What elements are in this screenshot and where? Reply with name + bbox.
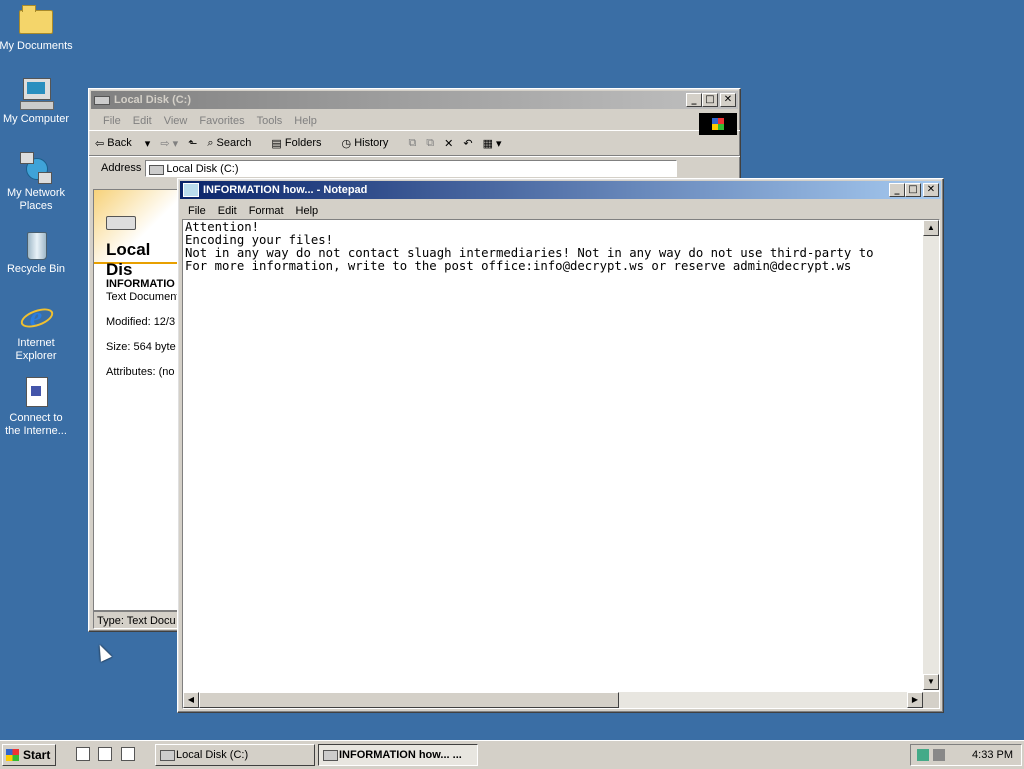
- ie-icon: e: [18, 302, 56, 334]
- vertical-scrollbar[interactable]: ▲ ▼: [923, 220, 939, 690]
- maximize-button[interactable]: □: [905, 183, 921, 197]
- menu-format[interactable]: Format: [243, 205, 290, 217]
- scroll-thumb[interactable]: [199, 692, 619, 708]
- menu-edit[interactable]: Edit: [212, 205, 243, 217]
- menu-tools[interactable]: Tools: [251, 115, 289, 127]
- folders-button[interactable]: ▤ Folders: [271, 137, 331, 150]
- task-notepad[interactable]: INFORMATION how... ...: [318, 744, 478, 766]
- search-button[interactable]: ⌕ Search: [207, 137, 261, 150]
- computer-icon: [20, 78, 54, 110]
- text-editor[interactable]: Attention! Encoding your files! Not in any…: [182, 219, 940, 709]
- system-tray: 4:33 PM: [910, 744, 1022, 766]
- desktop-icon-internet-explorer[interactable]: e Internet Explorer: [0, 302, 74, 363]
- recycle-bin-icon: [20, 228, 52, 260]
- minimize-button[interactable]: _: [889, 183, 905, 197]
- scroll-left-button[interactable]: ◀: [183, 692, 199, 708]
- volume-icon[interactable]: [933, 749, 945, 761]
- text-line: For more information, write to the post …: [185, 259, 852, 273]
- maximize-button[interactable]: □: [702, 93, 718, 107]
- desktop-icon-label: Explorer: [15, 350, 57, 362]
- desktop-icon-recycle-bin[interactable]: Recycle Bin: [0, 228, 74, 276]
- network-icon: [20, 152, 52, 184]
- minimize-button[interactable]: _: [686, 93, 702, 107]
- desktop-icon-label: My Documents: [0, 40, 73, 52]
- desktop-icon-label: My Computer: [2, 113, 70, 125]
- history-button[interactable]: ◷ History: [342, 137, 399, 150]
- editor-text[interactable]: Attention! Encoding your files! Not in any…: [185, 221, 921, 681]
- file-size: Size: 564 byte: [106, 341, 176, 353]
- panel-title: Local Dis: [106, 240, 151, 279]
- connect-icon: [20, 377, 52, 409]
- file-details: INFORMATIO Text Document Modified: 12/3 …: [94, 264, 180, 379]
- mouse-cursor-icon: [94, 642, 112, 662]
- desktop-icon-network-places[interactable]: My Network Places: [0, 152, 74, 213]
- desktop-icon-label: the Interne...: [5, 425, 67, 437]
- forward-button[interactable]: ⇨ ▾: [160, 137, 178, 150]
- start-button[interactable]: Start: [2, 744, 56, 766]
- undo-icon[interactable]: ↶: [463, 137, 472, 150]
- horizontal-scrollbar[interactable]: ◀ ▶: [183, 692, 923, 708]
- desktop-icon-label: Internet: [17, 337, 55, 349]
- quick-launch-ie-icon[interactable]: [98, 747, 112, 761]
- notepad-icon: [183, 183, 199, 197]
- close-button[interactable]: ✕: [720, 93, 736, 107]
- back-button[interactable]: ⇦ Back ▾: [95, 137, 150, 150]
- desktop-icon-label: My Network: [6, 187, 66, 199]
- menu-help[interactable]: Help: [290, 205, 325, 217]
- quick-launch-outlook-icon[interactable]: [121, 747, 135, 761]
- desktop-icon-my-documents[interactable]: My Documents: [0, 4, 74, 53]
- explorer-menubar: File Edit View Favorites Tools Help: [89, 111, 740, 130]
- menu-view[interactable]: View: [158, 115, 194, 127]
- address-label: Address: [101, 162, 142, 174]
- move-to-icon[interactable]: ⧉: [408, 137, 416, 150]
- menu-file[interactable]: File: [97, 115, 127, 127]
- explorer-toolbar: ⇦ Back ▾ ⇨ ▾ ⬑ ⌕ Search ▤ Folders ◷ Hist…: [89, 130, 740, 156]
- menu-file[interactable]: File: [182, 205, 212, 217]
- task-local-disk[interactable]: Local Disk (C:): [155, 744, 315, 766]
- windows-logo: [699, 113, 737, 135]
- menu-help[interactable]: Help: [288, 115, 323, 127]
- copy-to-icon[interactable]: ⧉: [426, 137, 434, 150]
- file-type: Text Document: [106, 291, 180, 303]
- notepad-titlebar[interactable]: INFORMATION how... - Notepad _ □ ✕: [180, 181, 941, 199]
- folders-label: Folders: [284, 137, 322, 149]
- size-grip[interactable]: [923, 692, 939, 708]
- up-folder-icon[interactable]: ⬑: [188, 137, 197, 150]
- desktop-icon-connect-internet[interactable]: Connect to the Interne...: [0, 377, 74, 438]
- menu-favorites[interactable]: Favorites: [193, 115, 250, 127]
- scroll-right-button[interactable]: ▶: [907, 692, 923, 708]
- history-label: History: [354, 137, 389, 149]
- desktop-icon-my-computer[interactable]: My Computer: [0, 78, 74, 126]
- desktop-icon-label: Places: [19, 200, 53, 212]
- notepad-menubar: File Edit Format Help: [178, 201, 943, 220]
- views-icon[interactable]: ▦ ▾: [483, 137, 502, 150]
- address-input[interactable]: Local Disk (C:): [145, 159, 678, 177]
- show-desktop-icon[interactable]: [76, 747, 90, 761]
- close-button[interactable]: ✕: [923, 183, 939, 197]
- status-bar: Type: Text Docu: [93, 611, 179, 629]
- back-label: Back: [107, 137, 132, 149]
- window-title: INFORMATION how... - Notepad: [203, 184, 368, 196]
- folder-banner: Local Dis: [94, 190, 180, 279]
- drive-icon: [106, 216, 136, 230]
- explorer-content: Local Dis INFORMATIO Text Document Modif…: [93, 189, 181, 611]
- menu-edit[interactable]: Edit: [127, 115, 158, 127]
- clock: 4:33 PM: [972, 749, 1013, 761]
- scroll-up-button[interactable]: ▲: [923, 220, 939, 236]
- taskbar: Start Local Disk (C:) INFORMATION how...…: [0, 740, 1024, 769]
- desktop-icon-label: Recycle Bin: [6, 263, 66, 275]
- notepad-window: INFORMATION how... - Notepad _ □ ✕ File …: [177, 178, 944, 713]
- network-tray-icon[interactable]: [917, 749, 929, 761]
- drive-icon: [94, 95, 110, 105]
- window-title: Local Disk (C:): [114, 94, 192, 106]
- file-attributes: Attributes: (no: [106, 366, 175, 378]
- desktop-icon-label: Connect to: [9, 412, 63, 424]
- folder-icon: [19, 5, 53, 34]
- search-label: Search: [216, 137, 252, 149]
- file-modified: Modified: 12/3: [106, 316, 176, 328]
- explorer-titlebar[interactable]: Local Disk (C:) _ □ ✕: [91, 91, 738, 109]
- delete-icon[interactable]: ✕: [444, 137, 453, 150]
- scroll-down-button[interactable]: ▼: [923, 674, 939, 690]
- address-bar: Address Local Disk (C:): [89, 156, 740, 179]
